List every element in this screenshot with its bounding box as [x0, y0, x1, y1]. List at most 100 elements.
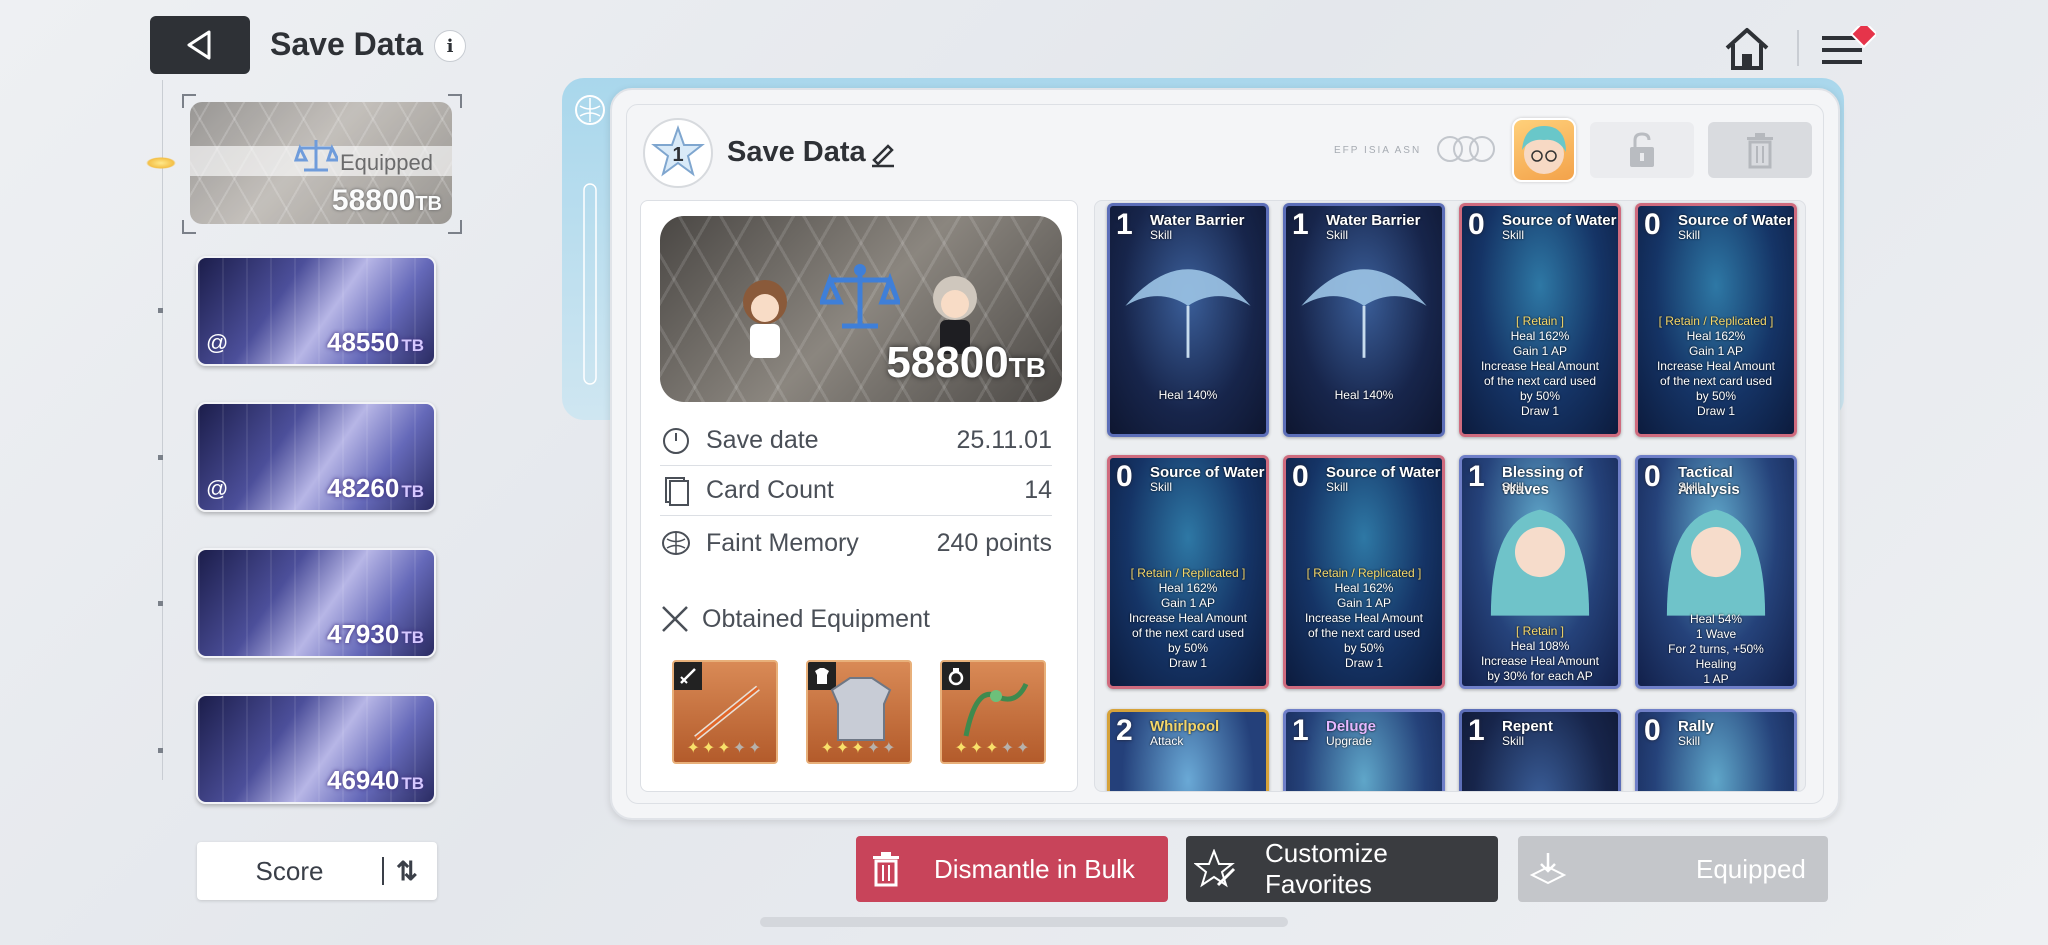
- save-slot-5[interactable]: 46940 TB: [196, 694, 436, 804]
- card[interactable]: 0 Tactical Analysis Skill Heal 54% 1 Wave…: [1635, 455, 1797, 689]
- banner-score: 58800TB: [886, 338, 1046, 387]
- sort-order-icon[interactable]: ⇅: [396, 856, 418, 887]
- card[interactable]: 1 Water Barrier Skill Heal 140%: [1107, 203, 1269, 437]
- card-text: [ Retain / Replicated ] Heal 162% Gain 1 A…: [1128, 566, 1248, 670]
- delete-button[interactable]: [1708, 122, 1812, 178]
- sort-label: Score: [255, 855, 324, 886]
- info-button[interactable]: i: [434, 30, 466, 62]
- card-cost: 0: [1644, 460, 1661, 493]
- save-name: Save Data: [727, 136, 866, 168]
- dismantle-bulk-button[interactable]: Dismantle in Bulk: [856, 836, 1168, 902]
- trash-icon: [856, 836, 916, 902]
- star-badge-icon: 1: [651, 125, 705, 177]
- rail-dot: [158, 601, 163, 606]
- card-name: Deluge: [1326, 718, 1377, 735]
- edit-pencil-icon[interactable]: [868, 138, 898, 168]
- home-icon: [1725, 28, 1769, 70]
- faint-label: EFP ISIA ASN: [1334, 145, 1422, 156]
- scales-icon: [820, 264, 900, 329]
- card[interactable]: 1 Blessing of Waves Skill [ Retain ] Heal…: [1459, 455, 1621, 689]
- dismantle-label: Dismantle in Bulk: [934, 853, 1135, 884]
- equipment-label: Obtained Equipment: [702, 604, 930, 633]
- unlock-icon: [1630, 132, 1654, 167]
- page-title: Save Data: [270, 26, 423, 62]
- favorites-label: Customize Favorites: [1265, 838, 1388, 899]
- character-portrait-art: [1490, 509, 1590, 616]
- save-slot-4[interactable]: 47930 TB: [196, 548, 436, 658]
- card[interactable]: 0 Rally Skill: [1635, 709, 1797, 791]
- card-type: Skill: [1678, 228, 1701, 242]
- card[interactable]: 1 Water Barrier Skill Heal 140%: [1283, 203, 1445, 437]
- stat-save-date: Save date 25.11.01: [660, 416, 1052, 466]
- card[interactable]: 1 Repent Skill: [1459, 709, 1621, 791]
- card-text: [ Retain / Replicated ] Heal 162% Gain 1 A…: [1656, 314, 1776, 418]
- card-name: Source of Water: [1150, 464, 1265, 481]
- card[interactable]: 0 Source of Water Skill [ Retain ] Heal 1…: [1459, 203, 1621, 437]
- card-type: Skill: [1502, 228, 1525, 242]
- card-cost: 1: [1116, 208, 1133, 241]
- customize-favorites-button[interactable]: Customize Favorites: [1186, 836, 1498, 902]
- menu-button[interactable]: [1820, 19, 1879, 74]
- lock-button[interactable]: [1590, 122, 1694, 178]
- card[interactable]: 2 Whirlpool Attack: [1107, 709, 1269, 791]
- card-cost: 0: [1644, 714, 1661, 747]
- card-type: Upgrade: [1326, 734, 1373, 748]
- stat-value: 240 points: [936, 528, 1052, 557]
- slot-score: 47930 TB: [327, 619, 424, 649]
- sort-selector[interactable]: Score ⇅: [197, 842, 437, 900]
- rail-dot: [158, 455, 163, 460]
- cards-icon: [660, 475, 692, 507]
- swirl-icon: @: [206, 330, 229, 355]
- card-cost: 0: [1468, 208, 1485, 241]
- vine-accessory-art: [963, 682, 1029, 737]
- card-name: Repent: [1502, 718, 1553, 735]
- card[interactable]: 0 Source of Water Skill [ Retain / Repli…: [1635, 203, 1797, 437]
- score-banner: 58800TB: [660, 216, 1062, 402]
- brain-emblem-icon: [575, 95, 605, 385]
- stat-label: Card Count: [706, 476, 834, 504]
- selected-slot-marker: [146, 157, 176, 169]
- stat-card-count: Card Count 14: [660, 466, 1052, 516]
- card-type: Skill: [1502, 734, 1525, 748]
- card-name: Source of Water: [1502, 212, 1617, 229]
- rarity-stars: ✦✦✦✦✦: [820, 740, 898, 757]
- stat-value: 25.11.01: [956, 426, 1052, 454]
- back-button[interactable]: [150, 16, 250, 74]
- home-button[interactable]: [1722, 24, 1772, 74]
- character-portrait-icon: [1522, 126, 1566, 174]
- card-type: Skill: [1502, 480, 1525, 494]
- character-chibi-left: [743, 280, 787, 358]
- equipment-accessory[interactable]: ✦✦✦✦✦: [940, 660, 1046, 764]
- card-type: Skill: [1326, 480, 1349, 494]
- card-cost: 0: [1116, 460, 1133, 493]
- equipment-armor[interactable]: ✦✦✦✦✦: [806, 660, 912, 764]
- character-avatar[interactable]: [1512, 118, 1576, 182]
- card-cost: 1: [1292, 208, 1309, 241]
- save-slot-3[interactable]: @ 48260 TB: [196, 402, 436, 512]
- equipped-button[interactable]: Equipped: [1518, 836, 1828, 902]
- slot-score: 48550 TB: [327, 327, 424, 357]
- sort-divider: [382, 857, 384, 885]
- card-text: [ Retain ] Heal 162% Gain 1 AP Increase Hea…: [1480, 314, 1600, 418]
- scroll-indicator[interactable]: [760, 917, 1288, 927]
- armor-art: [830, 677, 892, 741]
- rail-dot: [158, 308, 163, 313]
- card[interactable]: 1 Deluge Upgrade: [1283, 709, 1445, 791]
- rings-icon: [1437, 136, 1495, 162]
- sword-art: [694, 685, 760, 741]
- rank-number: 1: [672, 144, 683, 166]
- save-slot-1[interactable]: Equipped 58800TB: [190, 102, 452, 224]
- card-text: [ Retain ] Heal 108% Increase Heal Amount b…: [1480, 624, 1600, 683]
- card[interactable]: 0 Source of Water Skill [ Retain / Repli…: [1107, 455, 1269, 689]
- star-edit-icon: [1186, 836, 1245, 902]
- rank-badge: 1: [643, 118, 713, 188]
- equipment-weapon[interactable]: ✦✦✦✦✦: [672, 660, 778, 764]
- stat-label: Save date: [706, 426, 819, 454]
- card-cost: 0: [1644, 208, 1661, 241]
- card[interactable]: 0 Source of Water Skill [ Retain / Repli…: [1283, 455, 1445, 689]
- stat-label: Faint Memory: [706, 528, 859, 557]
- card-type: Skill: [1150, 480, 1173, 494]
- save-slot-2[interactable]: @ 48550 TB: [196, 256, 436, 366]
- card-name: Source of Water: [1326, 464, 1441, 481]
- card-grid: 1 Water Barrier Skill Heal 140% 1 Water …: [1094, 200, 1806, 792]
